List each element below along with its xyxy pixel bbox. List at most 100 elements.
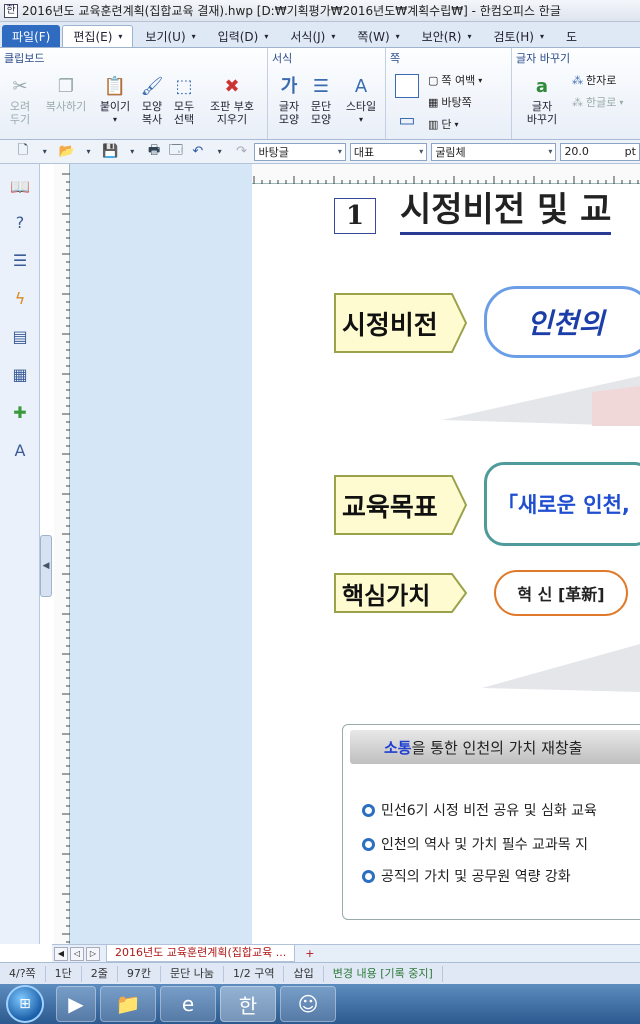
tab-first-icon[interactable]: ◀: [54, 946, 68, 961]
convert-text-button[interactable]: a 글자 바꾸기: [520, 74, 564, 126]
internet-explorer-icon[interactable]: e: [160, 986, 216, 1022]
columns-icon: ▥: [428, 117, 439, 131]
document-tab[interactable]: 2016년도 교육훈련계획(집합교육 ...: [106, 945, 296, 962]
bullet-circle-icon: [362, 869, 375, 883]
master-page-button[interactable]: ▦ 바탕쪽: [428, 94, 472, 110]
tab-next-icon[interactable]: ▷: [86, 946, 100, 961]
select-all-button[interactable]: ⬚ 모두 선택: [168, 74, 200, 126]
new-tab-icon[interactable]: +: [299, 947, 320, 960]
margin-icon: ▢: [428, 73, 439, 87]
to-hanja-button[interactable]: ⁂ 한자로: [572, 72, 616, 88]
section-title: 시정비전 및 교: [400, 188, 612, 235]
paste-button[interactable]: 📋 붙이기 ▾: [96, 74, 134, 126]
windows-logo-icon: ⊞: [19, 996, 31, 1012]
copy-button[interactable]: ❐ 복사하기: [38, 74, 94, 113]
font-select[interactable]: 굴림체 ▾: [431, 142, 557, 161]
chevron-down-icon[interactable]: ▾: [36, 143, 54, 161]
document-icon[interactable]: ▤: [10, 326, 30, 346]
open-folder-icon[interactable]: 📂: [58, 143, 76, 161]
hwp-app-icon[interactable]: 한: [4, 3, 18, 18]
vision-label: 시정비전: [334, 292, 468, 354]
para-shape-button[interactable]: ☰ 문단 모양: [306, 74, 336, 126]
copy-icon: ❐: [57, 75, 75, 97]
tab-prev-icon[interactable]: ◁: [70, 946, 84, 961]
style-button[interactable]: A 스타일 ▾: [340, 74, 382, 126]
formatting-toolbar: 🗋 ▾ 📂 ▾ 💾 ▾ 🖶 🗔 ↶ ▾ ↷ 바탕글 ▾ 대표 ▾ 굴림체 ▾ 20.0…: [0, 140, 640, 164]
menu-tools[interactable]: 도: [556, 25, 587, 47]
menu-edit[interactable]: 편집(E) ▾: [62, 25, 134, 47]
brush-icon: 🖌: [140, 75, 164, 97]
layout-icon: ▭: [398, 109, 416, 131]
explorer-folder-icon[interactable]: 📁: [100, 986, 156, 1022]
core-value-label: 핵심가치: [334, 572, 468, 614]
chevron-down-icon[interactable]: ▾: [80, 143, 98, 161]
page-margin-button[interactable]: ▢ 쪽 여백 ▾: [428, 72, 482, 88]
cut-button[interactable]: ✂ 오려 두기: [4, 74, 36, 126]
menu-page[interactable]: 쪽(W) ▾: [347, 25, 409, 47]
horizontal-ruler[interactable]: [252, 164, 640, 184]
status-section: 1/2 구역: [224, 965, 285, 982]
form-icon[interactable]: ▦: [10, 364, 30, 384]
convert-group-title: 글자 바꾸기: [516, 52, 571, 65]
menu-file[interactable]: 파일(F): [2, 25, 61, 47]
help-icon[interactable]: ?: [10, 212, 30, 232]
new-document-icon[interactable]: 🗋: [14, 143, 32, 161]
page-icon: [395, 74, 419, 98]
vertical-ruler[interactable]: [54, 164, 70, 944]
messenger-icon[interactable]: ☺: [280, 986, 336, 1022]
chevron-down-icon[interactable]: ▾: [123, 143, 141, 161]
vision-text-box: 인천의: [484, 286, 640, 358]
style-select[interactable]: 바탕글 ▾: [254, 142, 346, 161]
start-button[interactable]: ⊞: [6, 985, 44, 1023]
menu-format[interactable]: 서식(J) ▾: [280, 25, 345, 47]
to-hangul-button[interactable]: ⁂ 한글로 ▾: [572, 94, 623, 110]
menu-insert[interactable]: 입력(D) ▾: [208, 25, 279, 47]
char-shape-button[interactable]: 가 글자 모양: [274, 74, 304, 126]
lightning-icon[interactable]: ϟ: [10, 288, 30, 308]
document-page[interactable]: 1 시정비전 및 교 시정비전 인천의 교육목표 「새로운 인천, 핵심가치 혁…: [252, 184, 640, 944]
save-icon[interactable]: 💾: [101, 143, 119, 161]
columns-button[interactable]: ▥ 단 ▾: [428, 116, 459, 132]
redo-icon[interactable]: ↷: [233, 143, 251, 161]
menu-security[interactable]: 보안(R) ▾: [412, 25, 482, 47]
sidebar-collapse-handle[interactable]: ◀: [40, 535, 52, 597]
chevron-down-icon: ▾: [358, 115, 363, 124]
chevron-down-icon[interactable]: ▾: [211, 143, 229, 161]
bullet-circle-icon: [362, 837, 375, 851]
page-group: 쪽 ▭ ▢ 쪽 여백 ▾ ▦ 바탕쪽 ▥ 단 ▾: [386, 48, 512, 139]
chevron-down-icon: ▾: [331, 31, 336, 41]
menu-review[interactable]: 검토(H) ▾: [483, 25, 553, 47]
hanja-icon: ⁂: [572, 73, 583, 87]
undo-icon[interactable]: ↶: [189, 143, 207, 161]
chevron-down-icon: ▾: [478, 75, 483, 85]
media-player-icon[interactable]: ▶: [56, 986, 96, 1022]
style-icon: A: [354, 75, 368, 97]
puzzle-icon[interactable]: ✚: [10, 402, 30, 422]
status-track-changes[interactable]: 변경 내용 [기록 중지]: [324, 965, 443, 982]
page-group-title: 쪽: [390, 52, 401, 65]
chevron-down-icon: ▾: [264, 31, 269, 41]
font-size-field[interactable]: 20.0 pt: [560, 142, 640, 161]
print-icon[interactable]: 🖶: [145, 143, 163, 161]
status-char: 97칸: [118, 965, 162, 982]
status-page[interactable]: 4/?쪽: [0, 965, 46, 982]
page-layout-button[interactable]: ▭: [392, 108, 422, 134]
format-copy-button[interactable]: 🖌 모양 복사: [136, 74, 168, 126]
chevron-down-icon: ▾: [191, 31, 196, 41]
list-icon[interactable]: ☰: [10, 250, 30, 270]
status-insert-mode[interactable]: 삽입: [284, 965, 324, 982]
chevron-down-icon: ▾: [419, 147, 424, 156]
chevron-down-icon: ▾: [118, 32, 123, 41]
text-style-icon[interactable]: A: [10, 440, 30, 460]
book-icon[interactable]: 📖: [10, 176, 30, 196]
hwp-taskbar-icon[interactable]: 한: [220, 986, 276, 1022]
bullet-item: 인천의 역사 및 가치 필수 교과목 지: [362, 834, 588, 854]
page-setup-button[interactable]: [392, 74, 422, 100]
convert-group: 글자 바꾸기 a 글자 바꾸기 ⁂ 한자로 ⁂ 한글로 ▾: [512, 48, 640, 139]
workspace-background: [70, 164, 252, 944]
menu-view[interactable]: 보기(U) ▾: [135, 25, 205, 47]
preview-icon[interactable]: 🗔: [167, 143, 185, 161]
font-language-select[interactable]: 대표 ▾: [349, 142, 428, 161]
clear-marks-button[interactable]: ✖ 조판 부호 지우기: [202, 74, 262, 126]
bullet-item: 공직의 가치 및 공무원 역량 강화: [362, 866, 571, 886]
